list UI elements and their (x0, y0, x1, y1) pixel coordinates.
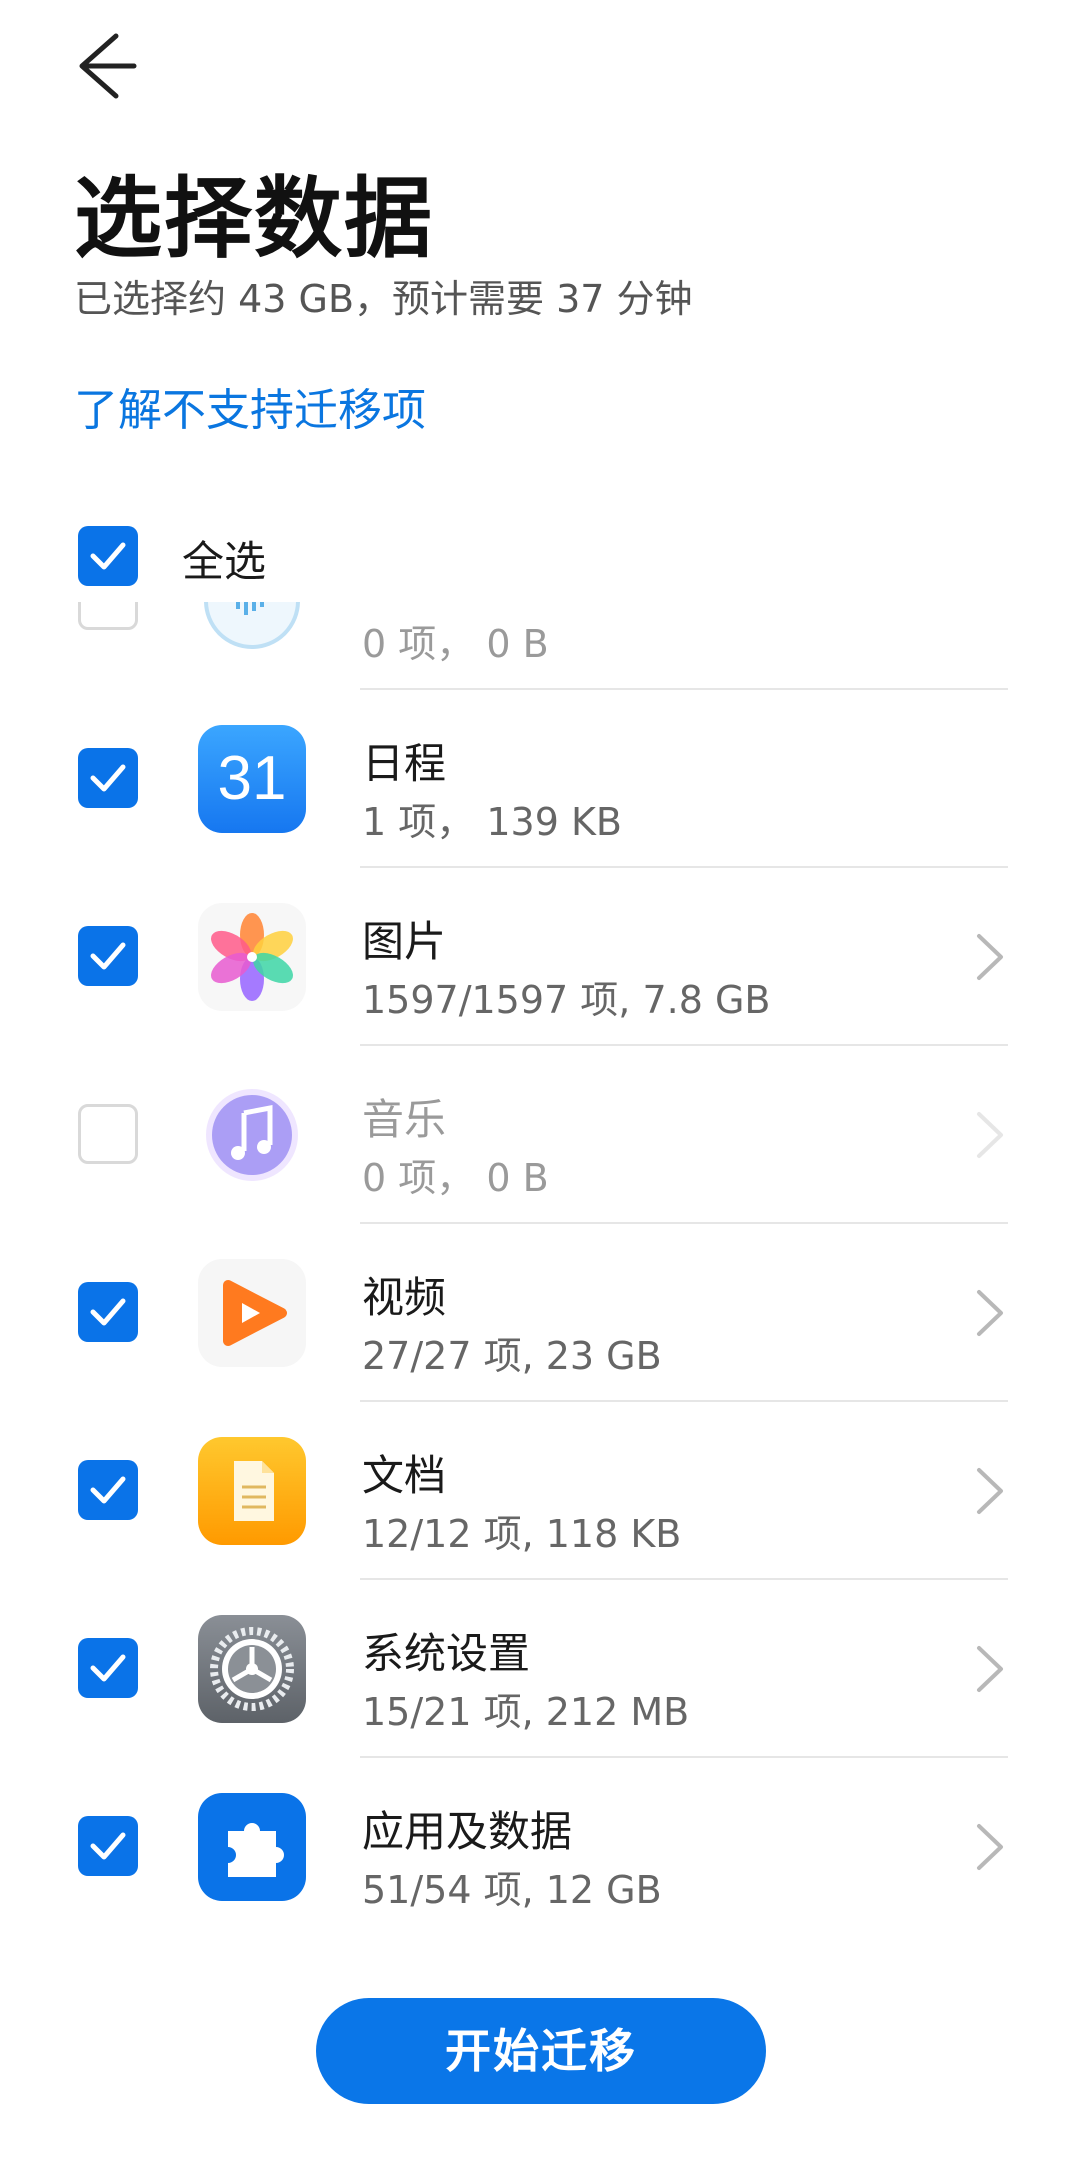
item-meta: 12/12 项, 118 KB (362, 1512, 682, 1556)
back-button[interactable] (68, 14, 168, 114)
select-all-label: 全选 (182, 537, 267, 586)
item-meta: 0 项， 0 B (362, 622, 549, 666)
checkmark-icon (90, 542, 126, 570)
list-item-documents[interactable]: 文档 12/12 项, 118 KB (0, 1402, 1080, 1580)
item-checkbox[interactable] (78, 1638, 138, 1698)
item-name: 视频 (362, 1273, 447, 1322)
list-item-gallery[interactable]: 图片 1597/1597 项, 7.8 GB (0, 868, 1080, 1046)
item-name: 系统设置 (362, 1629, 531, 1678)
selection-summary: 已选择约 43 GB，预计需要 37 分钟 (74, 277, 693, 321)
document-icon (198, 1437, 306, 1545)
chevron-right-icon (977, 934, 1003, 980)
item-name: 文档 (362, 1451, 447, 1500)
checkmark-icon (90, 764, 126, 792)
item-checkbox[interactable] (78, 748, 138, 808)
start-migration-button[interactable]: 开始迁移 (316, 1998, 766, 2104)
item-checkbox[interactable] (78, 602, 138, 630)
item-meta: 1 项， 139 KB (362, 800, 622, 844)
settings-icon (198, 1615, 306, 1723)
chevron-right-icon (977, 1646, 1003, 1692)
checkmark-icon (90, 1832, 126, 1860)
list-item-system-settings[interactable]: 系统设置 15/21 项, 212 MB (0, 1580, 1080, 1758)
chevron-right-icon (977, 1112, 1003, 1158)
item-meta: 51/54 项, 12 GB (362, 1868, 662, 1912)
item-checkbox[interactable] (78, 1460, 138, 1520)
item-checkbox[interactable] (78, 1282, 138, 1342)
calendar-icon: 31 (198, 725, 306, 833)
checkmark-icon (90, 1476, 126, 1504)
item-meta: 0 项， 0 B (362, 1156, 549, 1200)
music-icon (198, 1081, 306, 1189)
chevron-right-icon (977, 1290, 1003, 1336)
item-name: 应用及数据 (362, 1807, 573, 1856)
item-meta: 15/21 项, 212 MB (362, 1690, 690, 1734)
apps-data-icon (198, 1793, 306, 1901)
page-title: 选择数据 (74, 167, 435, 270)
checkmark-icon (90, 1654, 126, 1682)
list-item-calendar[interactable]: 31 日程 1 项， 139 KB (0, 690, 1080, 868)
select-all-checkbox[interactable] (78, 526, 138, 586)
item-name: 图片 (362, 917, 447, 966)
chevron-right-icon (977, 1468, 1003, 1514)
list-item-music[interactable]: 音乐 0 项， 0 B (0, 1046, 1080, 1224)
item-name: 日程 (362, 739, 447, 788)
list-item-video[interactable]: 视频 27/27 项, 23 GB (0, 1224, 1080, 1402)
unsupported-items-link[interactable]: 了解不支持迁移项 (74, 374, 426, 438)
item-checkbox[interactable] (78, 1104, 138, 1164)
checkmark-icon (90, 942, 126, 970)
voice-recorder-icon (198, 602, 306, 655)
arrow-left-icon (79, 33, 137, 99)
gallery-icon (198, 903, 306, 1011)
item-checkbox[interactable] (78, 926, 138, 986)
item-name: 音乐 (362, 1095, 447, 1144)
list-item-recorder[interactable]: 0 项， 0 B (0, 602, 1080, 690)
item-meta: 1597/1597 项, 7.8 GB (362, 978, 771, 1022)
item-checkbox[interactable] (78, 1816, 138, 1876)
data-category-list[interactable]: 0 项， 0 B 31 日程 1 项， 139 KB 图片 1597/1597 … (0, 602, 1080, 1942)
video-icon (198, 1259, 306, 1367)
checkmark-icon (90, 1298, 126, 1326)
chevron-right-icon (977, 1824, 1003, 1870)
list-item-apps-data[interactable]: 应用及数据 51/54 项, 12 GB (0, 1758, 1080, 1936)
calendar-day-number: 31 (217, 744, 287, 813)
item-meta: 27/27 项, 23 GB (362, 1334, 662, 1378)
